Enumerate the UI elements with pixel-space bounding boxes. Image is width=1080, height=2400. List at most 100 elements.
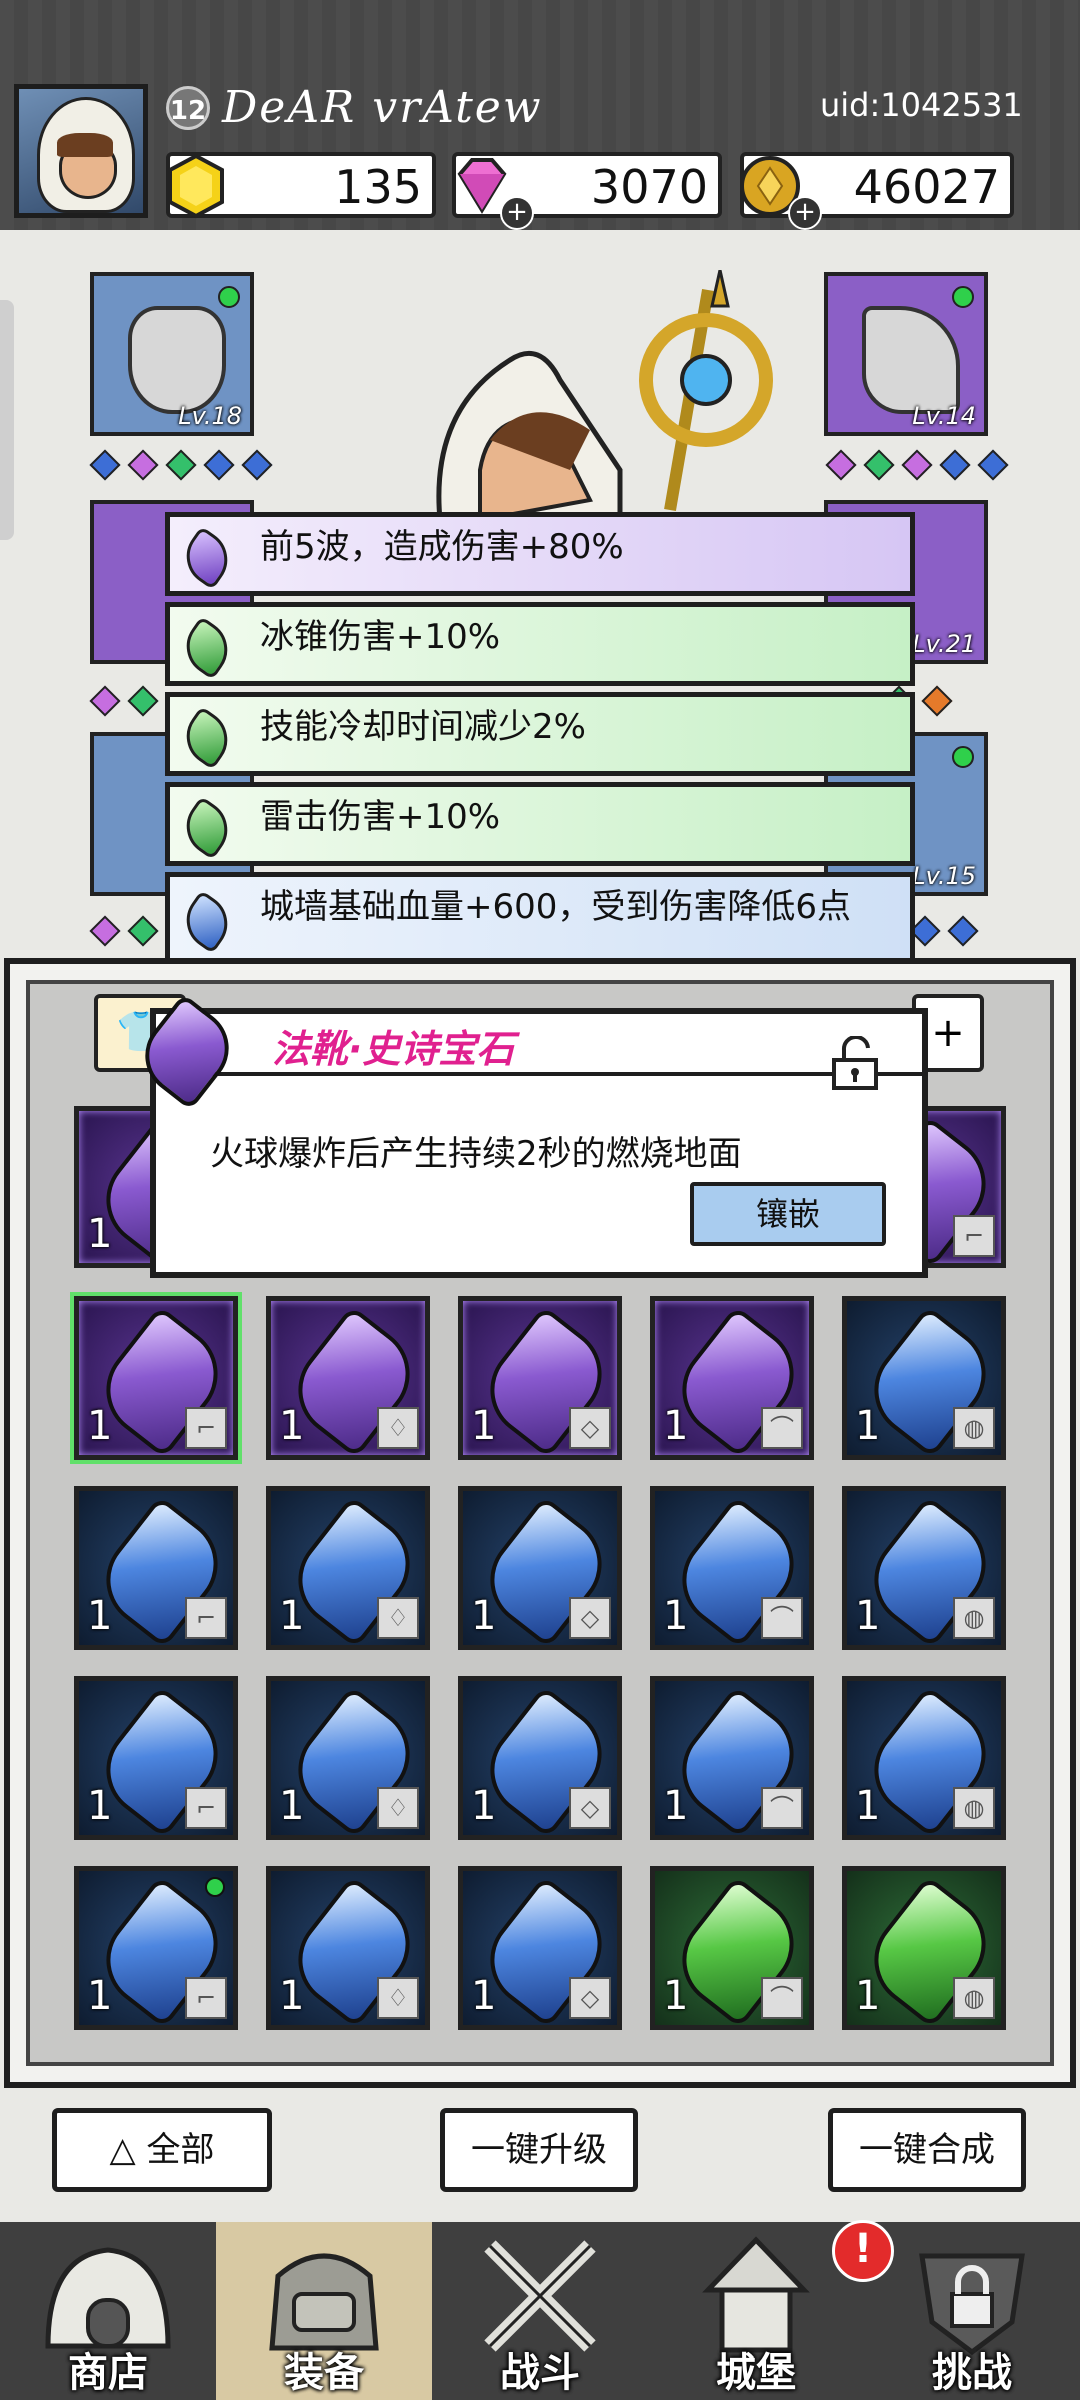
equip-slot-helmet[interactable]: Lv.18 [90,272,254,436]
equip-type-icon: ◍ [953,1977,995,2019]
inventory-slot[interactable]: 1 ♢ [266,1866,430,2030]
equip-type-icon: ◍ [953,1597,995,1639]
inventory-slot[interactable]: 1 ⌒ [650,1866,814,2030]
equip-type-icon: ⌒ [761,1407,803,1449]
gem-resource: + 3070 [452,152,722,230]
nav-equipment[interactable]: 装备 [216,2222,432,2400]
buff-text: 冰锥伤害+10% [260,617,501,657]
gem-socket-row [86,449,276,481]
new-item-dot [205,1877,225,1897]
gem-socket-row [906,915,982,947]
item-count: 1 [87,1593,113,1639]
inventory-slot[interactable]: 1 ⌐ [74,1676,238,1840]
upgrade-dot [952,746,974,768]
inventory-slot[interactable]: 1 ◍ [842,1676,1006,1840]
blue-gem-icon [174,889,240,955]
inventory-slot[interactable]: 1 ⌒ [650,1296,814,1460]
equip-level: Lv.14 [912,402,976,430]
equip-type-icon: ⌒ [761,1597,803,1639]
gem-detail-popup: 法靴·史诗宝石 火球爆炸后产生持续2秒的燃烧地面 镶嵌 [129,993,928,1278]
item-count: 1 [663,1403,689,1449]
player-uid: uid:1042531 [820,86,1023,124]
buff-row: 技能冷却时间减少2% [165,692,915,776]
inventory-slot[interactable]: 1 ◍ [842,1866,1006,2030]
equip-type-icon: ⌐ [185,1597,227,1639]
equip-type-icon: ◍ [953,1407,995,1449]
castle-alert-badge: ! [832,2220,894,2282]
player-name: DeAR vrAtew [222,82,543,133]
add-gem-button[interactable]: + [500,196,534,230]
nav-label: 装备 [284,2350,364,2396]
equip-type-icon: ⌐ [185,1787,227,1829]
inventory-slot[interactable]: 1 ◍ [842,1296,1006,1460]
upgrade-dot [952,286,974,308]
inventory-slot[interactable]: 1 ♢ [266,1486,430,1650]
equip-type-icon: ♢ [377,1787,419,1829]
buff-row: 雷击伤害+10% [165,782,915,866]
triangle-filter-icon: △ [109,2130,147,2170]
equip-level: Lv.18 [178,402,242,430]
nav-battle[interactable]: 战斗 [432,2222,648,2400]
equip-type-icon: ◇ [569,1787,611,1829]
inventory-slot[interactable]: 1 ⌒ [650,1676,814,1840]
equip-level: Lv.21 [912,630,976,658]
purple-gem-icon [174,525,240,591]
gold-hex-icon [168,153,224,219]
helmet-icon [128,306,226,414]
equip-level: Lv.15 [912,862,976,890]
coin-resource: + 46027 [740,152,1014,230]
item-count: 1 [87,1403,113,1449]
item-count: 1 [471,1403,497,1449]
inventory-slot[interactable]: 1 ◇ [458,1866,622,2030]
hero-character [436,270,773,530]
buff-row: 前5波，造成伤害+80% [165,512,915,596]
nav-challenge[interactable]: 挑战 [864,2222,1080,2400]
inventory-slot[interactable]: 1 ⌐ [70,1292,242,1464]
popup-description: 火球爆炸后产生持续2秒的燃烧地面 [210,1134,742,1174]
green-gem-icon [174,615,240,681]
item-count: 1 [855,1783,881,1829]
nav-label: 战斗 [500,2350,580,2396]
unlock-icon[interactable] [828,1036,882,1090]
one-click-merge-button[interactable]: 一键合成 [828,2108,1026,2192]
item-count: 1 [855,1403,881,1449]
bottom-nav: 商店 装备 战斗 城堡 挑战 [0,2222,1080,2400]
equip-slot-weapon[interactable]: Lv.14 [824,272,988,436]
pipe-weapon-icon [862,306,960,414]
castle-tower-icon [702,2236,810,2353]
gold-value: 135 [334,160,422,214]
backpack-icon [269,2253,379,2351]
inventory-slot[interactable]: 1 ◇ [458,1486,622,1650]
inventory-slot[interactable]: 1 ◇ [458,1296,622,1460]
item-count: 1 [87,1973,113,2019]
nav-label: 商店 [68,2350,148,2396]
inventory-slot[interactable]: 1 ♢ [266,1296,430,1460]
inlay-button[interactable]: 镶嵌 [690,1182,886,1246]
item-count: 1 [855,1593,881,1639]
inventory-grid: 1 ⌐ 1 ♢ 1 ◇ 1 ⌒ 1 ◍ 1 ⌐ 1 ♢ 1 ◇ 1 ⌒ 1 ◍ 1 ⌐ 1 ♢ 1 ◇ 1 ⌒ 1 ◍ 1 ⌐ 1 ♢ 1 ◇ 1 ⌒ 1 ◍ [70,1292,1034,2056]
inventory-slot[interactable]: 1 ⌐ [74,1866,238,2030]
item-count: 1 [279,1593,305,1639]
shop-hut-icon [45,2247,171,2349]
buff-text: 前5波，造成伤害+80% [260,527,624,567]
inventory-slot[interactable]: 1 ◍ [842,1486,1006,1650]
item-count: 1 [663,1593,689,1639]
filter-label: 全部 [146,2130,215,2170]
item-count: 1 [87,1211,113,1257]
filter-all-button[interactable]: △ 全部 [52,2108,272,2192]
inventory-slot[interactable]: 1 ⌐ [74,1486,238,1650]
nav-shop[interactable]: 商店 [0,2222,216,2400]
inventory-slot[interactable]: 1 ◇ [458,1676,622,1840]
popup-title-bar [156,1014,922,1076]
one-click-upgrade-button[interactable]: 一键升级 [440,2108,638,2192]
gem-socket-row [86,915,162,947]
inventory-slot[interactable]: 1 ♢ [266,1676,430,1840]
coin-value: 46027 [853,160,1000,214]
buff-text: 城墙基础血量+600，受到伤害降低6点 [260,887,852,927]
add-coin-button[interactable]: + [788,196,822,230]
side-drawer-handle[interactable] [0,300,14,540]
player-avatar[interactable] [14,84,148,218]
inventory-slot[interactable]: 1 ⌒ [650,1486,814,1650]
gem-value: 3070 [590,160,708,214]
item-count: 1 [855,1973,881,2019]
